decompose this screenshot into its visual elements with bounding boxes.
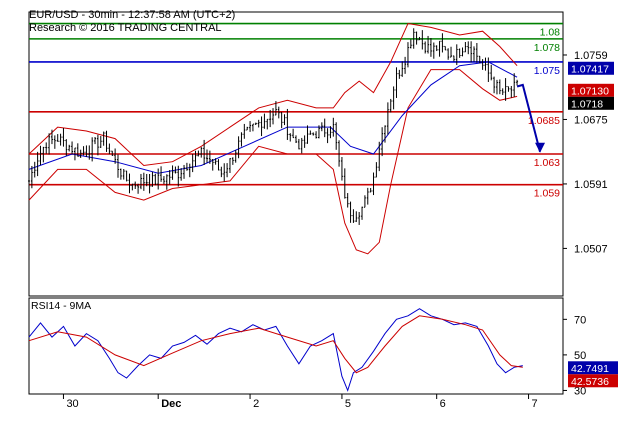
chart-svg: 1.0759 1.0675 1.0591 1.0507 1.08 1.078 1.075 1.… (28, 11, 618, 410)
level-label: 1.078 (534, 42, 560, 54)
forecast-arrow-head (535, 142, 546, 153)
bollinger-lower-line (28, 69, 518, 255)
price-y-tick-label: 1.0675 (574, 114, 608, 126)
price-y-tick-label: 1.0759 (574, 50, 608, 62)
x-axis-tick-label: 6 (440, 398, 446, 410)
main-chart: 1.0759 1.0675 1.0591 1.0507 1.08 1.078 1.075 1.… (28, 11, 614, 410)
x-axis-tick-label: 7 (532, 398, 538, 410)
rsi-badge-label: 42.5736 (571, 376, 609, 388)
level-label: 1.075 (534, 65, 560, 77)
rsi-y-tick-label: 70 (574, 314, 586, 326)
rsi-panel-title: RSI14 - 9MA (31, 300, 91, 312)
x-axis-tick-label: 30 (66, 398, 78, 410)
chart-stage: 1.0759 1.0675 1.0591 1.0507 1.08 1.078 1.075 1.… (0, 0, 634, 425)
x-axis-tick-label: 5 (345, 398, 351, 410)
rsi-badge-label: 42.7491 (571, 363, 609, 375)
price-badge-label: 1.0718 (571, 98, 603, 110)
rsi-chart: RSI14 - 9MA70503042.749142.5736 (28, 297, 618, 397)
rsi-ma-line (28, 315, 523, 374)
x-axis-tick-label: 2 (253, 398, 259, 410)
x-axis-tick-label: Dec (161, 398, 181, 410)
level-label: 1.059 (534, 188, 560, 200)
price-badge-label: 1.07417 (571, 63, 609, 75)
level-label: 1.063 (534, 157, 560, 169)
price-badge-label: 1.07130 (571, 85, 609, 97)
chart-credit: Research © 2016 TRADING CENTRAL (29, 22, 222, 34)
bollinger-upper-line (28, 22, 518, 167)
price-y-tick-label: 1.0591 (574, 179, 608, 191)
rsi-y-tick-label: 50 (574, 350, 586, 362)
price-y-tick-label: 1.0507 (574, 243, 608, 255)
rsi-panel-frame (28, 297, 564, 395)
level-label: 1.08 (540, 27, 561, 39)
chart-title: EUR/USD - 30min - 12:37:58 AM (UTC+2) (29, 9, 236, 21)
